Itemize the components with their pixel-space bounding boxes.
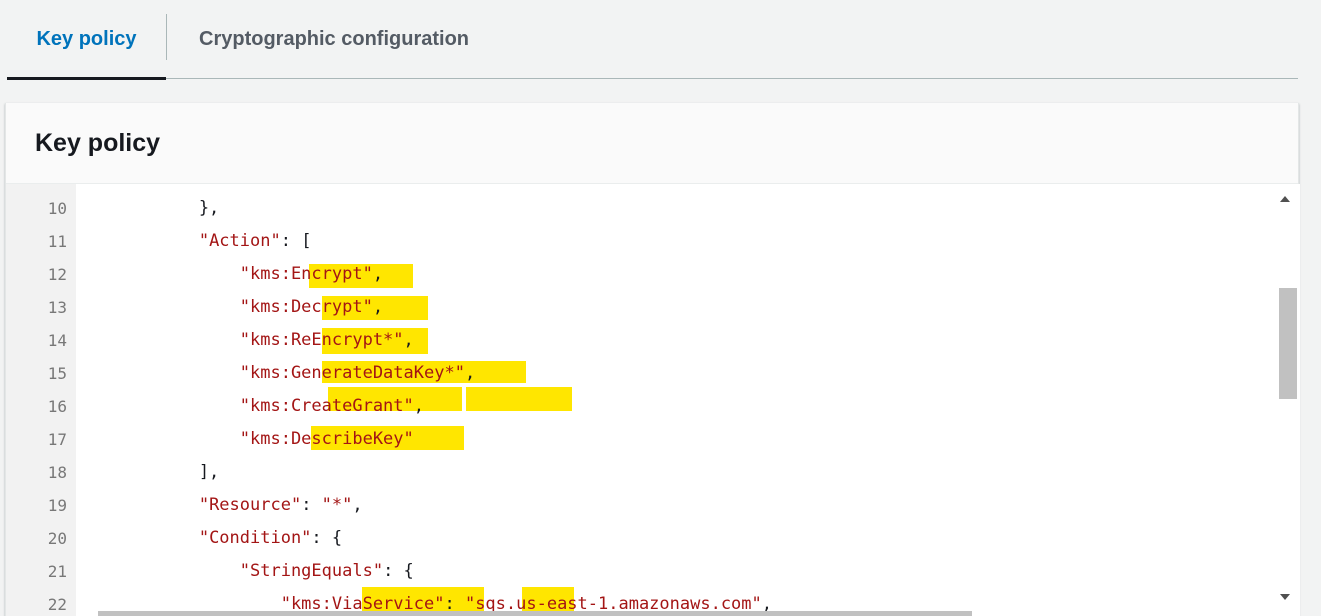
code-text: "kms:Decrypt", (239, 297, 384, 317)
tab-divider (166, 14, 167, 60)
code-text: "Action": [ (198, 231, 312, 251)
line-number: 11 (47, 232, 67, 251)
code-line: 20 "Condition": { (6, 522, 1276, 555)
code-text: "Condition": { (198, 528, 343, 548)
horizontal-scroll-thumb[interactable] (98, 611, 972, 616)
vertical-scroll-thumb[interactable] (1279, 288, 1297, 399)
code-text: "StringEquals": { (239, 561, 414, 581)
code-line: 21 "StringEquals": { (6, 555, 1276, 588)
tab-bar: Key policy Cryptographic configuration (7, 0, 1298, 80)
code-line: 17 "kms:DescribeKey" (6, 423, 1276, 456)
line-number: 15 (47, 364, 67, 383)
scroll-up-arrow-icon[interactable] (1280, 196, 1290, 202)
code-line: 14 "kms:ReEncrypt*", (6, 324, 1276, 357)
code-text: ], (76, 462, 220, 482)
code-line: 10 }, (6, 192, 1276, 225)
line-number: 22 (47, 595, 67, 614)
code-line: 19 "Resource": "*", (6, 489, 1276, 522)
code-line: 13 "kms:Decrypt", (6, 291, 1276, 324)
code-line: 12 "kms:Encrypt", (6, 258, 1276, 291)
line-number: 21 (47, 562, 67, 581)
line-number: 17 (47, 430, 67, 449)
tab-cryptographic-configuration[interactable]: Cryptographic configuration (199, 0, 469, 78)
line-number: 14 (47, 331, 67, 350)
code-text: "kms:Encrypt", (239, 264, 384, 284)
code-text: }, (76, 198, 220, 218)
vertical-scrollbar[interactable] (1276, 184, 1298, 616)
code-text: "kms:DescribeKey" (239, 429, 414, 449)
code-line: 18 ], (6, 456, 1276, 489)
line-number: 20 (47, 529, 67, 548)
code-line: 11 "Action": [ (6, 225, 1276, 258)
code-editor[interactable]: 10 }, 11 "Action": [ 12 "kms:Encrypt", 1… (6, 184, 1300, 616)
code-text: "kms:GenerateDataKey*", (239, 363, 476, 383)
line-number: 19 (47, 496, 67, 515)
line-number: 12 (47, 265, 67, 284)
code-text: "kms:CreateGrant", (239, 396, 425, 416)
line-number: 10 (47, 199, 67, 218)
panel-title: Key policy (35, 128, 161, 157)
line-number: 13 (47, 298, 67, 317)
code-line: 16 "kms:CreateGrant", (6, 390, 1276, 423)
code-text: "Resource": "*", (198, 495, 363, 515)
code-text: "kms:ReEncrypt*", (239, 330, 414, 350)
key-policy-panel: Key policy 10 }, 11 "Action": [ 12 "kms:… (5, 103, 1300, 616)
line-number: 16 (47, 397, 67, 416)
tab-key-policy[interactable]: Key policy (7, 0, 166, 80)
code-line: 15 "kms:GenerateDataKey*", (6, 357, 1276, 390)
panel-header: Key policy (6, 103, 1298, 184)
line-number: 18 (47, 463, 67, 482)
scroll-down-arrow-icon[interactable] (1280, 594, 1290, 600)
